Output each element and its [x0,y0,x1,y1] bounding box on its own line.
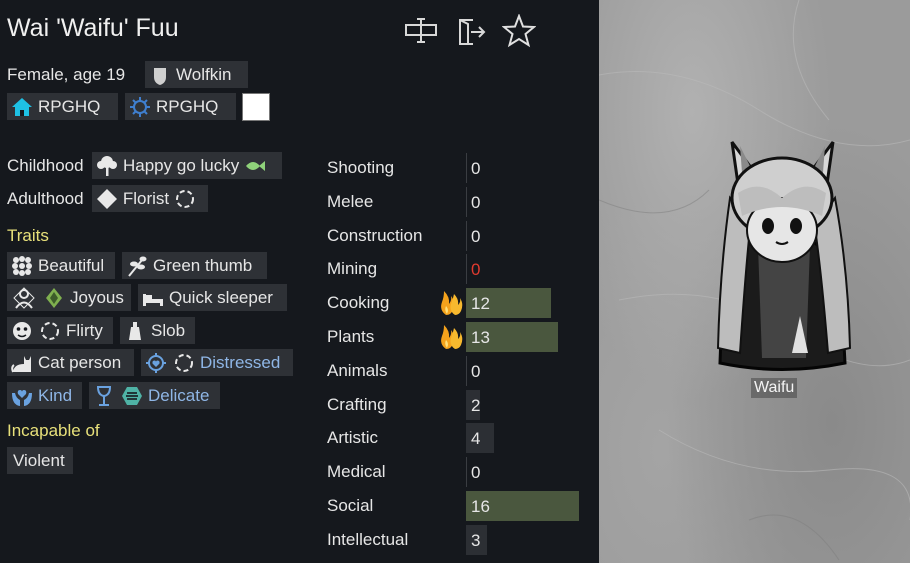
beautiful-icon [10,254,34,278]
trait-chip[interactable]: Slob [120,317,195,344]
skill-level: 3 [471,530,481,550]
skill-level: 2 [471,395,481,415]
pawn-name[interactable]: Wai 'Waifu' Fuu [7,14,179,43]
passion-flame-icon [441,325,463,349]
trait-chip[interactable]: Beautiful [7,252,115,279]
skill-level: 0 [471,226,481,246]
xenotype-chip[interactable]: Wolfkin [145,61,248,88]
adulthood-label: Adulthood [7,189,84,208]
faction-chip-ideo[interactable]: RPGHQ [125,93,236,120]
skill-level: 16 [471,497,490,516]
trait-label: Delicate [148,385,210,405]
fish-icon [243,154,267,178]
cat-icon [10,351,34,375]
faction-label-ideo: RPGHQ [156,96,219,116]
skill-level: 0 [471,260,481,280]
faction-chip-home[interactable]: RPGHQ [7,93,118,120]
hexagon-icon [120,384,144,408]
skill-level: 12 [471,294,490,314]
leaf-branch-icon [125,254,149,278]
skill-name: Animals [327,360,388,380]
skill-bar-track [466,254,467,285]
glass-icon [92,384,116,408]
trait-chip[interactable]: Green thumb [122,252,267,279]
trait-label: Joyous [70,287,124,307]
pawn-sprite[interactable] [700,138,865,373]
pawn-map-label: Waifu [751,378,798,398]
trait-label: Slob [151,320,186,340]
childhood-backstory-label: Happy go lucky [123,155,240,175]
dashed-circle-icon [173,187,197,211]
trait-chip[interactable]: Cat person [7,349,134,376]
skill-name: Plants [327,327,375,346]
skill-level: 0 [471,159,481,178]
dashed-circle-icon [38,319,62,343]
dashed-circle-icon [172,351,196,375]
trait-label: Beautiful [38,255,105,275]
rename-icon[interactable] [404,14,438,48]
skill-name: Social [327,496,374,515]
skill-bar-track [466,186,467,217]
trait-chip[interactable]: Kind [7,382,82,409]
bottle-icon [123,319,147,343]
incapable-heading: Incapable of [7,421,100,440]
xenotype-icon [148,63,172,87]
skill-name: Cooking [327,293,390,313]
skill-name: Mining [327,259,378,279]
heart-gear-icon [144,351,168,375]
xenotype-label: Wolfkin [176,64,232,84]
skill-bar-track [466,220,467,251]
meme-icon [42,286,66,310]
skill-level: 0 [471,192,481,212]
skill-name: Melee [327,191,374,211]
skill-bar-track [466,355,467,386]
tree-icon [95,154,119,178]
skill-name: Shooting [327,158,395,177]
face-icon [10,319,34,343]
bed-icon [141,286,165,310]
diamond-icon [95,187,119,211]
childhood-backstory-chip[interactable]: Happy go lucky [92,152,282,179]
skill-level: 4 [471,429,481,449]
skill-name: Crafting [327,394,387,414]
person-icon [10,286,38,310]
skill-name: Intellectual [327,529,409,549]
faction-label-home: RPGHQ [38,96,101,116]
trait-label: Flirty [66,320,103,340]
adulthood-backstory-chip[interactable]: Florist [92,185,208,212]
trait-label: Cat person [38,352,122,372]
trait-chip[interactable]: Delicate [89,382,220,409]
trait-label: Kind [38,385,73,405]
trait-label: Distressed [200,352,281,372]
trait-label: Quick sleeper [169,287,273,307]
traits-heading: Traits [7,226,49,245]
childhood-label: Childhood [7,156,84,175]
character-panel: Wai 'Waifu' Fuu Female, age 19 Wolfkin R… [0,0,599,563]
home-faction-icon [10,95,34,119]
skill-level: 0 [471,463,481,483]
trait-label: Green thumb [153,255,253,275]
banish-icon[interactable] [453,14,487,48]
incapable-chip[interactable]: Violent [7,447,73,474]
skill-name: Medical [327,462,386,482]
trait-chip[interactable]: Joyous [7,284,131,311]
adulthood-backstory-label: Florist [122,188,170,208]
skill-name: Artistic [327,428,378,448]
ideoligion-icon [128,95,152,119]
favorite-color-swatch[interactable] [242,93,270,121]
gender-age-label: Female, age 19 [7,65,126,84]
skill-level: 0 [471,361,481,381]
skill-level: 13 [471,328,490,347]
trait-chip[interactable]: Flirty [7,317,113,344]
trait-chip[interactable]: Quick sleeper [138,284,287,311]
skill-bar-track [466,457,467,488]
trait-chip[interactable]: Distressed [141,349,293,376]
incapable-label: Violent [13,450,65,470]
skill-name: Construction [327,225,423,245]
passion-flame-icon [441,291,463,316]
hands-heart-icon [10,384,34,408]
skill-bar-track [466,153,467,183]
favorite-star-icon[interactable] [501,13,537,48]
